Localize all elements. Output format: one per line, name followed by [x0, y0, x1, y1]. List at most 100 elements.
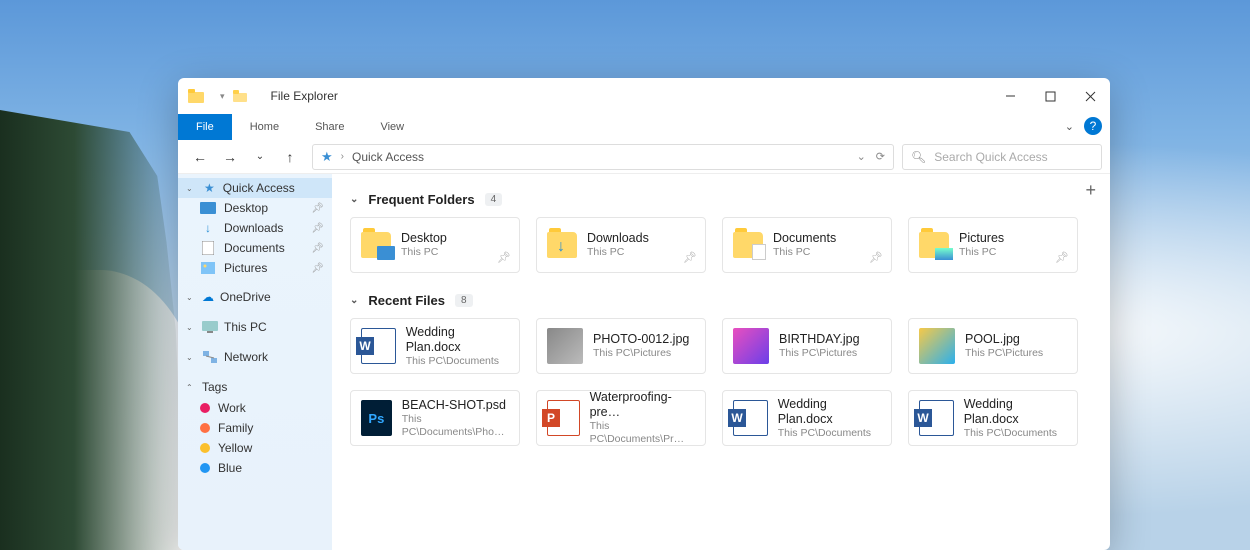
sidebar-tag-item[interactable]: Yellow: [178, 438, 332, 458]
sidebar-tag-item[interactable]: Family: [178, 418, 332, 438]
file-explorer-window: ▾ File Explorer File Home Share View ⌄ ?…: [178, 78, 1110, 550]
tile-sub: This PC\Documents: [964, 427, 1067, 440]
tile-name: Waterproofing-pre…: [590, 390, 695, 420]
chevron-down-icon[interactable]: ⌄: [186, 184, 196, 193]
section-title-label: Frequent Folders: [368, 192, 474, 207]
pin-icon[interactable]: 📌︎: [683, 251, 697, 264]
sidebar-this-pc[interactable]: ⌄ This PC: [178, 316, 332, 338]
tile-name: Desktop: [401, 231, 447, 246]
count-badge: 8: [455, 294, 473, 307]
file-type-icon: [919, 400, 954, 436]
maximize-button[interactable]: [1030, 78, 1070, 114]
tile-sub: This PC: [773, 246, 836, 259]
quick-access-star-icon: ★: [204, 181, 215, 195]
file-type-icon: Ps: [361, 400, 392, 436]
up-button[interactable]: ↑: [276, 144, 304, 170]
qat-folder-icon[interactable]: [233, 88, 251, 104]
search-input[interactable]: 🔍︎ Search Quick Access: [902, 144, 1102, 170]
sidebar-item-label: Family: [218, 421, 253, 435]
chevron-down-icon[interactable]: ⌄: [186, 353, 196, 362]
breadcrumb-sep-icon: ›: [341, 151, 344, 162]
folder-tile[interactable]: Desktop This PC 📌︎: [350, 217, 520, 273]
ribbon-collapse-icon[interactable]: ⌄: [1065, 120, 1074, 133]
section-recent-files[interactable]: ⌄ Recent Files 8: [350, 293, 1092, 308]
folder-tile[interactable]: Pictures This PC 📌︎: [908, 217, 1078, 273]
sidebar-item-pictures[interactable]: Pictures 📌︎: [178, 258, 332, 278]
tile-sub: This PC\Documents\Pho…: [402, 413, 509, 438]
tab-view[interactable]: View: [362, 114, 422, 140]
sidebar-quick-access[interactable]: ⌄ ★ Quick Access: [178, 178, 332, 198]
pin-icon[interactable]: 📌︎: [1055, 251, 1069, 264]
sidebar-network[interactable]: ⌄ Network: [178, 346, 332, 368]
close-button[interactable]: [1070, 78, 1110, 114]
desktop-wallpaper-trees: [0, 110, 185, 550]
sidebar-item-downloads[interactable]: ↓ Downloads 📌︎: [178, 218, 332, 238]
tile-name: Wedding Plan.docx: [964, 397, 1067, 427]
chevron-up-icon[interactable]: ⌃: [186, 383, 196, 392]
file-tile[interactable]: Ps BEACH-SHOT.psd This PC\Documents\Pho…: [350, 390, 520, 446]
desktop-icon: [200, 201, 216, 215]
sidebar-item-label: Work: [218, 401, 246, 415]
forward-button[interactable]: →: [216, 144, 244, 170]
file-tile[interactable]: Wedding Plan.docx This PC\Documents: [722, 390, 892, 446]
tile-name: PHOTO-0012.jpg: [593, 332, 689, 347]
tag-color-dot: [200, 463, 210, 473]
address-dropdown-icon[interactable]: ⌄: [857, 150, 866, 163]
chevron-down-icon[interactable]: ⌄: [186, 293, 196, 302]
file-tile[interactable]: Waterproofing-pre… This PC\Documents\Pr…: [536, 390, 706, 446]
sidebar-item-documents[interactable]: Documents 📌︎: [178, 238, 332, 258]
pin-icon[interactable]: 📌︎: [311, 203, 324, 214]
refresh-icon[interactable]: ⟳: [876, 150, 885, 163]
folder-tile[interactable]: Documents This PC 📌︎: [722, 217, 892, 273]
sidebar-item-label: Tags: [202, 380, 227, 394]
sidebar-item-label: Blue: [218, 461, 242, 475]
sidebar-tag-item[interactable]: Blue: [178, 458, 332, 478]
section-frequent-folders[interactable]: ⌄ Frequent Folders 4: [350, 192, 1092, 207]
pin-icon[interactable]: 📌︎: [869, 251, 883, 264]
sidebar-item-desktop[interactable]: Desktop 📌︎: [178, 198, 332, 218]
file-tile[interactable]: PHOTO-0012.jpg This PC\Pictures: [536, 318, 706, 374]
history-dropdown[interactable]: ⌄: [246, 144, 274, 170]
file-tile[interactable]: BIRTHDAY.jpg This PC\Pictures: [722, 318, 892, 374]
file-tile[interactable]: Wedding Plan.docx This PC\Documents: [908, 390, 1078, 446]
file-type-icon: [361, 328, 396, 364]
pin-icon[interactable]: 📌︎: [311, 263, 324, 274]
sidebar-tags[interactable]: ⌃ Tags: [178, 376, 332, 398]
sidebar-tag-item[interactable]: Work: [178, 398, 332, 418]
file-tile[interactable]: POOL.jpg This PC\Pictures: [908, 318, 1078, 374]
document-icon: [200, 241, 216, 255]
pin-icon[interactable]: 📌︎: [311, 223, 324, 234]
help-button[interactable]: ?: [1084, 117, 1102, 135]
tab-share[interactable]: Share: [297, 114, 362, 140]
chevron-down-icon[interactable]: ⌄: [186, 323, 196, 332]
picture-icon: [200, 261, 216, 275]
pin-icon[interactable]: 📌︎: [497, 251, 511, 264]
sidebar-onedrive[interactable]: ⌄ ☁ OneDrive: [178, 286, 332, 308]
tile-sub: This PC: [401, 246, 447, 259]
tile-sub: This PC\Documents\Pr…: [590, 420, 695, 445]
folder-icon: ↓: [547, 232, 577, 258]
back-button[interactable]: ←: [186, 144, 214, 170]
sidebar-item-label: Yellow: [218, 441, 252, 455]
qat-dropdown-icon[interactable]: ▾: [220, 91, 225, 102]
file-type-icon: [547, 400, 580, 436]
tile-sub: This PC\Pictures: [779, 347, 860, 360]
ribbon-tabs: File Home Share View ⌄ ?: [178, 114, 1110, 140]
folder-icon: [919, 232, 949, 258]
folder-tile[interactable]: ↓ Downloads This PC 📌︎: [536, 217, 706, 273]
tab-home[interactable]: Home: [232, 114, 297, 140]
tab-file[interactable]: File: [178, 114, 232, 140]
add-button[interactable]: +: [1085, 180, 1096, 201]
file-tile[interactable]: Wedding Plan.docx This PC\Documents: [350, 318, 520, 374]
tag-color-dot: [200, 443, 210, 453]
sidebar-item-label: Desktop: [224, 201, 268, 215]
titlebar[interactable]: ▾ File Explorer: [178, 78, 1110, 114]
address-bar[interactable]: ★ › Quick Access ⌄ ⟳: [312, 144, 894, 170]
minimize-button[interactable]: [990, 78, 1030, 114]
file-type-icon: [547, 328, 583, 364]
file-type-icon: [733, 328, 769, 364]
tile-sub: This PC: [959, 246, 1004, 259]
pin-icon[interactable]: 📌︎: [311, 243, 324, 254]
tile-name: BEACH-SHOT.psd: [402, 398, 509, 413]
tile-name: Pictures: [959, 231, 1004, 246]
